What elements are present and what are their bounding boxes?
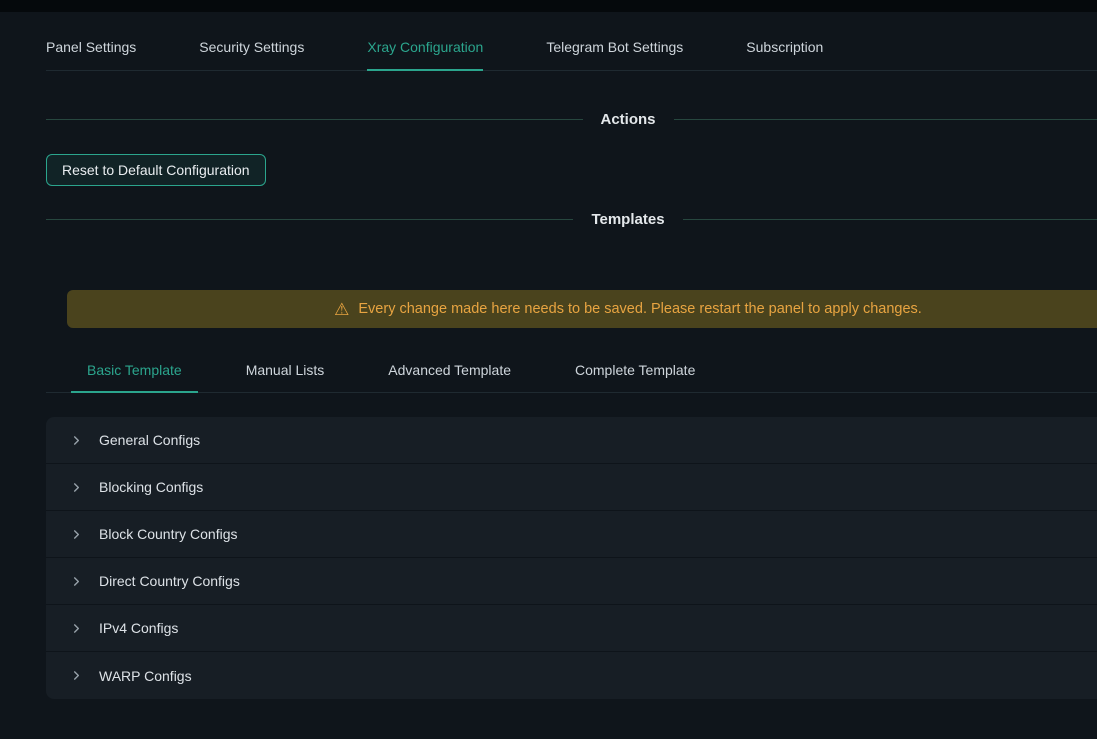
divider-line (683, 219, 1097, 220)
chevron-right-icon (71, 482, 82, 493)
divider-line (674, 119, 1097, 120)
reset-to-default-button[interactable]: Reset to Default Configuration (46, 154, 266, 186)
accordion-item-label: Blocking Configs (99, 479, 203, 495)
warning-message: Every change made here needs to be saved… (358, 301, 921, 317)
section-divider-actions: Actions (46, 111, 1097, 128)
accordion-item-label: General Configs (99, 432, 200, 448)
accordion-item-label: Direct Country Configs (99, 573, 240, 589)
actions-section-title: Actions (583, 111, 674, 128)
settings-tab-bar: Panel Settings Security Settings Xray Co… (46, 39, 1097, 71)
accordion-item-blocking-configs[interactable]: Blocking Configs (46, 464, 1097, 511)
tab-subscription[interactable]: Subscription (746, 39, 823, 70)
accordion-item-general-configs[interactable]: General Configs (46, 417, 1097, 464)
tab-security-settings[interactable]: Security Settings (199, 39, 304, 70)
restart-warning-alert: ⚠ Every change made here needs to be sav… (67, 290, 1097, 328)
chevron-right-icon (71, 670, 82, 681)
accordion-item-block-country-configs[interactable]: Block Country Configs (46, 511, 1097, 558)
accordion-item-ipv4-configs[interactable]: IPv4 Configs (46, 605, 1097, 652)
warning-triangle-icon: ⚠ (334, 301, 349, 318)
divider-line (46, 219, 573, 220)
tab-telegram-bot-settings[interactable]: Telegram Bot Settings (546, 39, 683, 70)
tab-manual-lists[interactable]: Manual Lists (230, 362, 341, 392)
accordion-item-label: Block Country Configs (99, 526, 238, 542)
accordion-item-label: WARP Configs (99, 668, 192, 684)
chevron-right-icon (71, 529, 82, 540)
templates-section-title: Templates (573, 211, 682, 228)
tab-basic-template[interactable]: Basic Template (71, 362, 198, 392)
actions-row: Reset to Default Configuration (46, 154, 1097, 186)
tab-panel-settings[interactable]: Panel Settings (46, 39, 136, 70)
config-accordion: General Configs Blocking Configs Block C… (46, 417, 1097, 699)
accordion-item-warp-configs[interactable]: WARP Configs (46, 652, 1097, 699)
template-tab-bar: Basic Template Manual Lists Advanced Tem… (46, 362, 1097, 393)
section-divider-templates: Templates (46, 211, 1097, 228)
settings-page: Panel Settings Security Settings Xray Co… (46, 39, 1097, 699)
chevron-right-icon (71, 576, 82, 587)
accordion-item-direct-country-configs[interactable]: Direct Country Configs (46, 558, 1097, 605)
top-window-strip (0, 0, 1097, 12)
tab-complete-template[interactable]: Complete Template (559, 362, 711, 392)
chevron-right-icon (71, 623, 82, 634)
divider-line (46, 119, 583, 120)
chevron-right-icon (71, 435, 82, 446)
tab-xray-configuration[interactable]: Xray Configuration (367, 39, 483, 70)
tab-advanced-template[interactable]: Advanced Template (372, 362, 527, 392)
accordion-item-label: IPv4 Configs (99, 620, 178, 636)
